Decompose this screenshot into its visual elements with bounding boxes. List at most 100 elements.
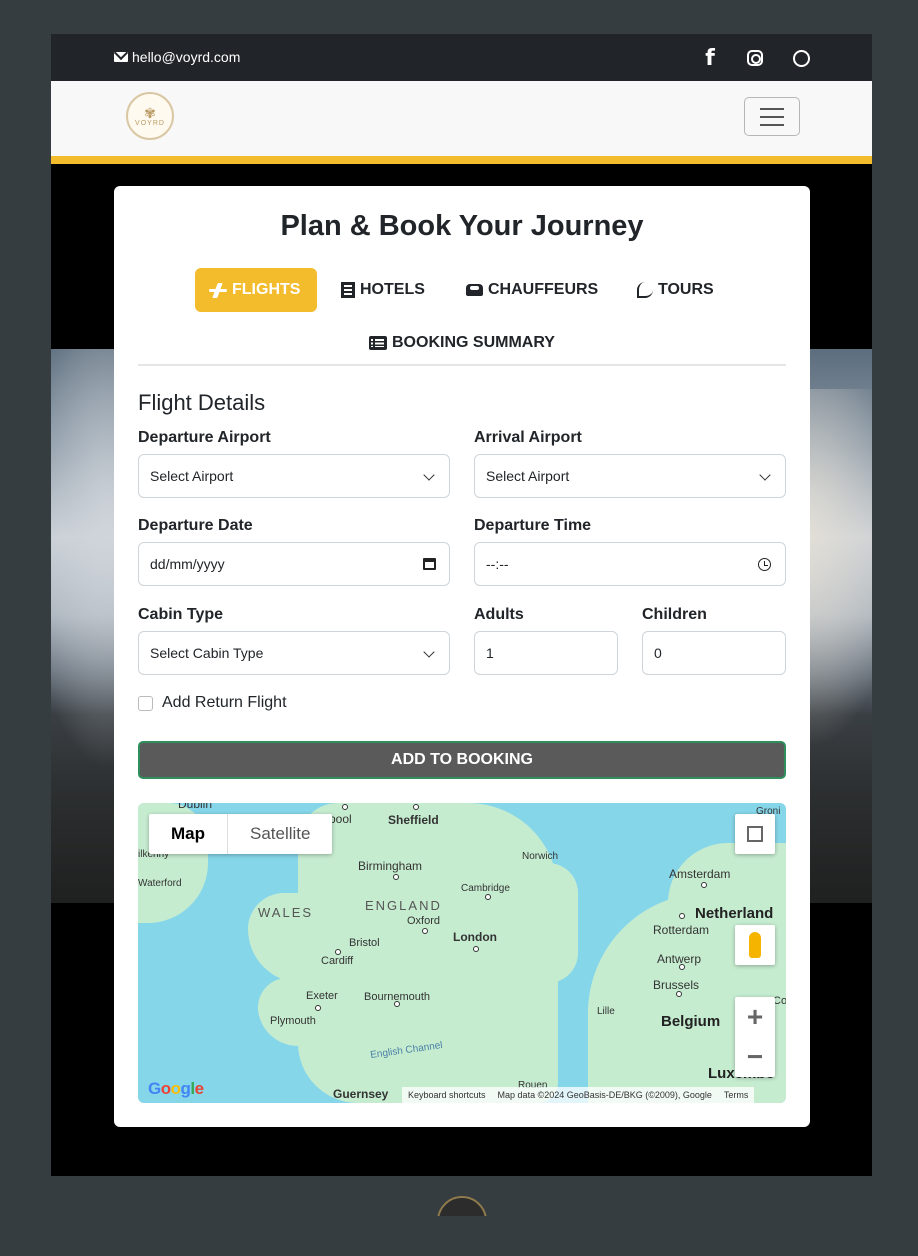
map-city-marker — [485, 894, 491, 900]
map-city-marker — [676, 991, 682, 997]
arrival-airport-select[interactable]: Select Airport — [474, 454, 786, 498]
tab-label: FLIGHTS — [232, 281, 301, 298]
fullscreen-button[interactable] — [735, 814, 775, 854]
logo-emblem-icon: ✾ — [144, 104, 156, 121]
chevron-down-icon — [423, 469, 435, 481]
adults-label: Adults — [474, 606, 524, 623]
map-city-marker — [335, 949, 341, 955]
brand-logo[interactable]: ✾ VOYRD — [126, 92, 174, 140]
calendar-icon[interactable] — [423, 558, 436, 570]
fullscreen-icon — [747, 826, 763, 842]
footer-logo[interactable] — [437, 1196, 487, 1216]
departure-time-input[interactable]: --:-- — [474, 542, 786, 586]
map-label-dublin: Dublin — [178, 803, 213, 811]
zoom-out-button[interactable]: − — [735, 1037, 775, 1077]
children-label: Children — [642, 606, 707, 623]
car-icon — [466, 284, 483, 296]
map-label-rotterdam: Rotterdam — [653, 923, 710, 937]
building-icon — [341, 282, 355, 298]
clock-icon[interactable] — [758, 558, 771, 571]
envelope-icon — [114, 52, 128, 62]
map-label-amsterdam: Amsterdam — [669, 867, 731, 881]
departure-airport-select[interactable]: Select Airport — [138, 454, 450, 498]
google-logo[interactable]: Google — [148, 1079, 204, 1099]
map-city-marker — [393, 874, 399, 880]
departure-airport-value: Select Airport — [150, 468, 234, 484]
departure-date-input[interactable]: dd/mm/yyyy — [138, 542, 450, 586]
chevron-down-icon — [759, 469, 771, 481]
chevron-down-icon — [423, 646, 435, 658]
facebook-icon[interactable]: f — [699, 46, 721, 71]
tab-label: TOURS — [658, 281, 714, 298]
route-icon — [637, 282, 653, 298]
map-city-marker — [315, 1005, 321, 1011]
tab-label: BOOKING SUMMARY — [392, 334, 555, 351]
map-city-marker — [679, 913, 685, 919]
tab-label: HOTELS — [360, 281, 425, 298]
map-city-marker — [473, 946, 479, 952]
logo-text: VOYRD — [135, 119, 165, 127]
map-label-bristol: Bristol — [349, 937, 380, 949]
departure-time-value: --:-- — [486, 556, 509, 572]
map-label-lille: Lille — [597, 1006, 615, 1017]
map-label-norwich: Norwich — [522, 851, 559, 862]
return-flight-checkbox[interactable] — [138, 696, 153, 711]
instagram-icon[interactable] — [744, 47, 766, 69]
adults-value: 1 — [486, 645, 494, 661]
menu-toggle-button[interactable] — [744, 97, 800, 136]
tab-chauffeurs[interactable]: CHAUFFEURS — [452, 268, 612, 312]
whatsapp-icon[interactable] — [790, 47, 812, 69]
tab-flights[interactable]: FLIGHTS — [195, 268, 317, 312]
arrival-airport-label: Arrival Airport — [474, 429, 582, 446]
zoom-in-button[interactable]: + — [735, 997, 775, 1037]
cabin-type-select[interactable]: Select Cabin Type — [138, 631, 450, 675]
map-city-marker — [701, 882, 707, 888]
terms-link[interactable]: Terms — [724, 1090, 749, 1100]
email-link[interactable]: hello@voyrd.com — [114, 49, 240, 65]
map-label-england: ENGLAND — [365, 898, 442, 913]
map-label-waterford: Waterford — [138, 878, 182, 889]
return-flight-label[interactable]: Add Return Flight — [162, 694, 287, 712]
map-type-map-button[interactable]: Map — [149, 814, 228, 854]
map-label-plymouth: Plymouth — [270, 1015, 316, 1027]
email-text: hello@voyrd.com — [132, 49, 241, 65]
tab-tours[interactable]: TOURS — [623, 268, 728, 312]
map-label-exeter: Exeter — [306, 990, 338, 1002]
adults-input[interactable]: 1 — [474, 631, 618, 675]
children-input[interactable]: 0 — [642, 631, 786, 675]
navbar: ✾ VOYRD — [51, 81, 872, 156]
map-type-control: Map Satellite — [149, 814, 333, 854]
keyboard-shortcuts-link[interactable]: Keyboard shortcuts — [408, 1090, 486, 1100]
accent-divider — [51, 156, 872, 164]
departure-date-value: dd/mm/yyyy — [150, 556, 225, 572]
departure-airport-label: Departure Airport — [138, 429, 271, 446]
page-title: Plan & Book Your Journey — [280, 210, 644, 242]
plane-icon — [209, 283, 227, 297]
booking-card: Plan & Book Your Journey FLIGHTS HOTELS … — [114, 186, 810, 1127]
page: hello@voyrd.com f ✾ VOYRD Plan & Book Yo… — [51, 34, 872, 1216]
departure-time-label: Departure Time — [474, 517, 592, 534]
map-label-wales: WALES — [258, 905, 314, 920]
map-label-cambridge: Cambridge — [461, 883, 510, 894]
map-type-satellite-button[interactable]: Satellite — [228, 814, 332, 854]
tab-booking-summary[interactable]: BOOKING SUMMARY — [355, 321, 569, 365]
map-label-cardiff: Cardiff — [321, 955, 354, 967]
children-value: 0 — [654, 645, 662, 661]
departure-date-label: Departure Date — [138, 517, 253, 534]
map-label-guernsey: Guernsey — [333, 1087, 389, 1101]
footer — [51, 1176, 872, 1216]
top-bar: hello@voyrd.com f — [51, 34, 872, 81]
map-city-marker — [342, 804, 348, 810]
map-label-netherlands: Netherland — [695, 905, 774, 922]
tab-label: CHAUFFEURS — [488, 281, 599, 298]
tab-hotels[interactable]: HOTELS — [327, 268, 439, 312]
map-label-london: London — [453, 930, 497, 944]
add-to-booking-button[interactable]: ADD TO BOOKING — [138, 741, 786, 779]
map-city-marker — [394, 1001, 400, 1007]
map-label-brussels: Brussels — [653, 978, 700, 992]
map-data-text: Map data ©2024 GeoBasis-DE/BKG (©2009), … — [497, 1090, 712, 1100]
street-view-pegman[interactable] — [735, 925, 775, 965]
map-attribution: Keyboard shortcuts Map data ©2024 GeoBas… — [402, 1087, 755, 1103]
route-map[interactable]: Dublin rpool Sheffield Groni ilkenny Bir… — [138, 803, 786, 1103]
tabs-divider — [138, 364, 786, 366]
